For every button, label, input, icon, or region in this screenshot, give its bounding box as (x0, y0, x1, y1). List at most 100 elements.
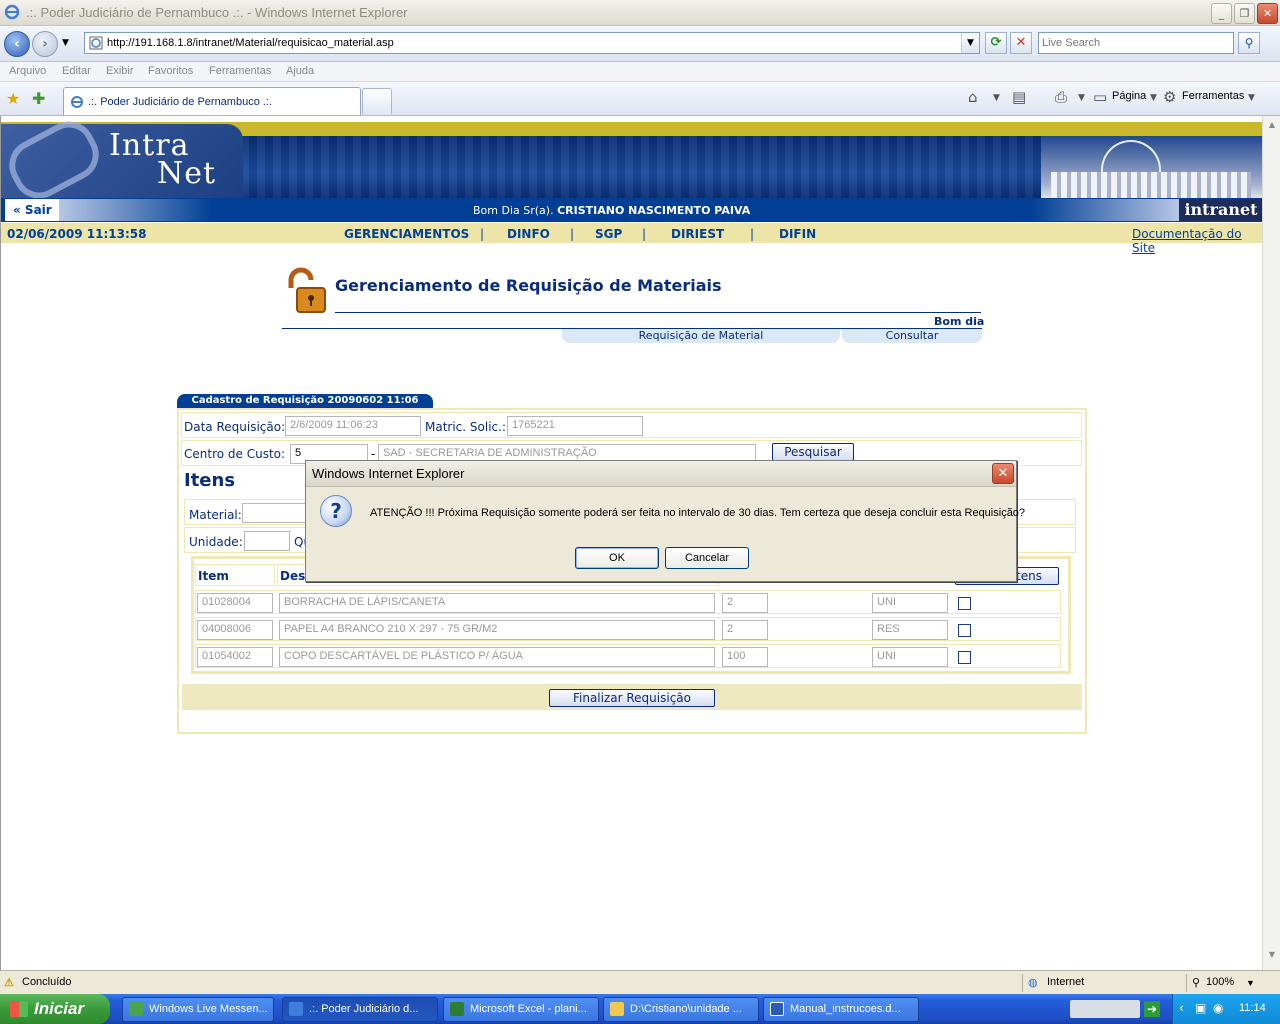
ferramentas-menu[interactable]: Ferramentas (1182, 90, 1244, 102)
item-code-field[interactable]: 01028004 (197, 593, 273, 613)
folder-icon (610, 1002, 624, 1016)
nero-search-box[interactable] (1070, 1000, 1140, 1018)
refresh-button[interactable]: ⟳ (985, 32, 1007, 54)
menu-ajuda[interactable]: Ajuda (286, 65, 314, 77)
menu-ferramentas[interactable]: Ferramentas (209, 65, 271, 77)
task-messenger[interactable]: Windows Live Messen... (122, 997, 274, 1022)
warning-icon: ⚠ (4, 977, 14, 989)
item-code-field[interactable]: 01054002 (197, 647, 273, 667)
item-unit-field[interactable]: UNI (872, 647, 948, 667)
print-icon[interactable]: ⎙ (1055, 88, 1067, 106)
add-favorite-icon[interactable]: ✚ (32, 89, 45, 108)
matric-field[interactable]: 1765221 (507, 416, 643, 436)
restore-button[interactable]: ❐ (1234, 3, 1255, 24)
item-unit-field[interactable]: UNI (872, 593, 948, 613)
ok-button[interactable]: OK (575, 547, 659, 569)
material-field[interactable] (242, 503, 312, 523)
menu-favoritos[interactable]: Favoritos (148, 65, 193, 77)
task-excel[interactable]: Microsoft Excel - plani... (443, 997, 599, 1022)
scroll-up-icon[interactable]: ▲ (1265, 120, 1279, 134)
ferramentas-dropdown-icon[interactable]: ▼ (1248, 93, 1255, 103)
subtab-consultar[interactable]: Consultar (842, 329, 982, 343)
task-word[interactable]: Manual_instrucoes.d... (763, 997, 919, 1022)
item-qty-field[interactable]: 2 (722, 593, 768, 613)
nav-difin[interactable]: DIFIN (779, 227, 816, 241)
menu-editar[interactable]: Editar (62, 65, 91, 77)
pagina-menu[interactable]: Página (1112, 90, 1146, 102)
forward-button[interactable]: › (32, 31, 58, 57)
zoom-icon[interactable]: ⚲ (1192, 976, 1200, 989)
tray-expand-icon[interactable]: ‹ (1179, 1001, 1184, 1015)
nav-gerenciamentos[interactable]: GERENCIAMENTOS (344, 227, 469, 241)
quick-launch-icon[interactable]: ➜ (1144, 1001, 1160, 1017)
gear-icon[interactable]: ⚙ (1163, 88, 1176, 106)
feeds-icon[interactable]: ▤ (1012, 88, 1026, 106)
item-unit-field[interactable]: RES (872, 620, 948, 640)
tab-active[interactable]: .:. Poder Judiciário de Pernambuco .:. (63, 87, 361, 115)
user-bar-fade-right (1031, 199, 1179, 221)
vertical-scrollbar[interactable]: ▲ ▼ (1262, 116, 1280, 970)
zoom-level[interactable]: 100% (1206, 976, 1234, 988)
pagina-dropdown-icon[interactable]: ▼ (1150, 93, 1157, 103)
scroll-down-icon[interactable]: ▼ (1265, 950, 1279, 964)
cancel-button[interactable]: Cancelar (665, 547, 749, 569)
courthouse-facade (1051, 172, 1251, 198)
data-requisicao-label: Data Requisição: (184, 420, 286, 434)
task-ie[interactable]: .:. Poder Judiciário d... (282, 997, 438, 1022)
search-icon[interactable]: ⚲ (1238, 32, 1260, 54)
nav-diriest[interactable]: DIRIEST (671, 227, 724, 241)
home-dropdown-icon[interactable]: ▼ (993, 93, 1000, 103)
sair-link[interactable]: « Sair (5, 199, 59, 221)
item-checkbox[interactable] (958, 624, 971, 637)
form-tab-title: Cadastro de Requisição 20090602 11:06 (177, 394, 433, 408)
unidade-field[interactable] (244, 531, 290, 551)
taskbar: Iniciar Windows Live Messen... .:. Poder… (0, 994, 1280, 1024)
user-bar-fade-left (59, 199, 213, 221)
finalizar-requisicao-button[interactable]: Finalizar Requisição (549, 689, 715, 707)
start-button[interactable]: Iniciar (0, 994, 110, 1024)
task-folder[interactable]: D:\Cristiano\unidade ... (603, 997, 759, 1022)
item-qty-field[interactable]: 2 (722, 620, 768, 640)
close-window-button[interactable]: ✕ (1257, 3, 1278, 24)
item-code-field[interactable]: 04008006 (197, 620, 273, 640)
item-desc-field[interactable]: COPO DESCARTÁVEL DE PLÁSTICO P/ ÁGUA (279, 647, 715, 667)
nav-separator: | (750, 227, 755, 241)
status-divider (1022, 974, 1023, 992)
item-checkbox[interactable] (958, 651, 971, 664)
audio-icon[interactable]: ◉ (1213, 1001, 1223, 1015)
favorites-star-icon[interactable]: ★ (6, 89, 20, 108)
new-tab-button[interactable] (362, 88, 392, 114)
data-requisicao-field[interactable]: 2/6/2009 11:06:23 (285, 416, 421, 436)
item-desc-field[interactable]: PAPEL A4 BRANCO 210 X 297 - 75 GR/M2 (279, 620, 715, 640)
task-label: D:\Cristiano\unidade ... (630, 1003, 742, 1015)
home-icon[interactable]: ⌂ (968, 88, 978, 106)
back-button[interactable]: ‹ (4, 31, 30, 57)
subtab-requisicao[interactable]: Requisição de Material (562, 329, 840, 343)
page-menu-icon[interactable]: ▭ (1093, 88, 1107, 106)
address-field[interactable]: http://191.168.1.8/intranet/Material/req… (84, 32, 980, 54)
history-dropdown-icon[interactable]: ▼ (62, 38, 69, 48)
menu-exibir[interactable]: Exibir (106, 65, 134, 77)
system-tray: ‹ ▣ ◉ 11:14 (1172, 994, 1280, 1024)
print-dropdown-icon[interactable]: ▼ (1078, 93, 1085, 103)
address-bar: ‹ › ▼ http://191.168.1.8/intranet/Materi… (0, 26, 1280, 62)
zoom-dropdown-icon[interactable]: ▼ (1246, 978, 1255, 988)
documentacao-link[interactable]: Documentação do Site (1132, 227, 1262, 255)
chain-graphic (1, 116, 108, 208)
tab-label: .:. Poder Judiciário de Pernambuco .:. (88, 96, 273, 108)
item-qty-field[interactable]: 100 (722, 647, 768, 667)
pesquisar-button[interactable]: Pesquisar (772, 443, 854, 461)
item-checkbox[interactable] (958, 597, 971, 610)
nav-dinfo[interactable]: DINFO (507, 227, 550, 241)
nav-sgp[interactable]: SGP (595, 227, 622, 241)
live-search-box[interactable] (1038, 32, 1234, 54)
address-dropdown-icon[interactable]: ▼ (961, 33, 979, 53)
network-icon[interactable]: ▣ (1195, 1001, 1206, 1015)
minimize-button[interactable]: _ (1211, 3, 1232, 24)
live-search-input[interactable] (1042, 34, 1232, 52)
stop-button[interactable]: ✕ (1010, 32, 1032, 54)
item-desc-field[interactable]: BORRACHA DE LÁPIS/CANETA (279, 593, 715, 613)
menu-arquivo[interactable]: Arquivo (9, 65, 46, 77)
window-title-bar: .:. Poder Judiciário de Pernambuco .:. -… (0, 0, 1280, 26)
dialog-close-button[interactable]: ✕ (992, 463, 1014, 484)
